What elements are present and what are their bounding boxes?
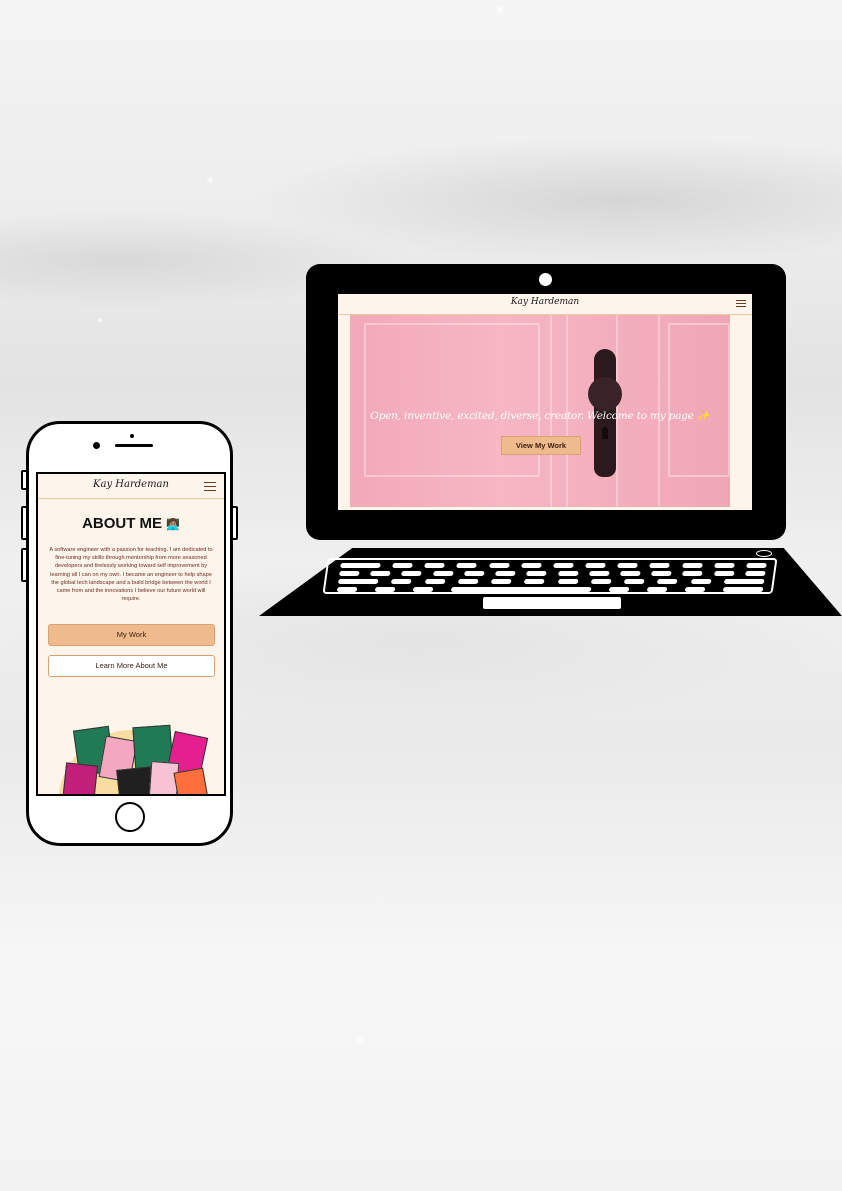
phone-speaker <box>115 444 153 447</box>
laptop-power-light <box>756 550 772 557</box>
phone-home-button <box>115 802 145 832</box>
phone-display: Kay Hardeman ABOUT ME 👩🏽‍💻 A software en… <box>36 472 226 796</box>
view-my-work-button[interactable]: View My Work <box>501 436 581 455</box>
hamburger-menu-icon[interactable] <box>204 482 216 491</box>
my-work-button[interactable]: My Work <box>48 624 215 646</box>
phone-camera <box>93 442 100 449</box>
technologist-emoji-icon: 👩🏽‍💻 <box>166 519 180 531</box>
door-panel <box>668 323 730 477</box>
about-paragraph: A software engineer with a passion for t… <box>49 547 213 603</box>
about-title-text: ABOUT ME <box>82 515 163 532</box>
about-title: ABOUT ME 👩🏽‍💻 <box>38 515 224 532</box>
learn-more-button[interactable]: Learn More About Me <box>48 655 215 677</box>
laptop-keyboard <box>322 558 778 594</box>
door-keyhole <box>602 427 608 439</box>
phone-site-nav: Kay Hardeman <box>38 474 224 499</box>
phone-frame: Kay Hardeman ABOUT ME 👩🏽‍💻 A software en… <box>26 421 233 846</box>
laptop-site-nav: Kay Hardeman <box>338 294 752 315</box>
laptop-trackpad <box>483 597 621 609</box>
hero-banner: Open, inventive, excited, diverse, creat… <box>350 315 730 507</box>
hamburger-menu-icon[interactable] <box>736 300 746 308</box>
project-collage-image <box>58 724 209 794</box>
door-knob <box>588 377 622 411</box>
laptop-camera <box>539 273 552 286</box>
phone-sensor <box>130 434 134 438</box>
hero-tagline: Open, inventive, excited, diverse, creat… <box>370 410 710 422</box>
site-logo[interactable]: Kay Hardeman <box>38 479 224 490</box>
laptop-screen: Kay Hardeman Open, inventive, excited, d… <box>306 264 786 540</box>
site-logo[interactable]: Kay Hardeman <box>338 297 752 307</box>
laptop-display: Kay Hardeman Open, inventive, excited, d… <box>338 294 752 510</box>
